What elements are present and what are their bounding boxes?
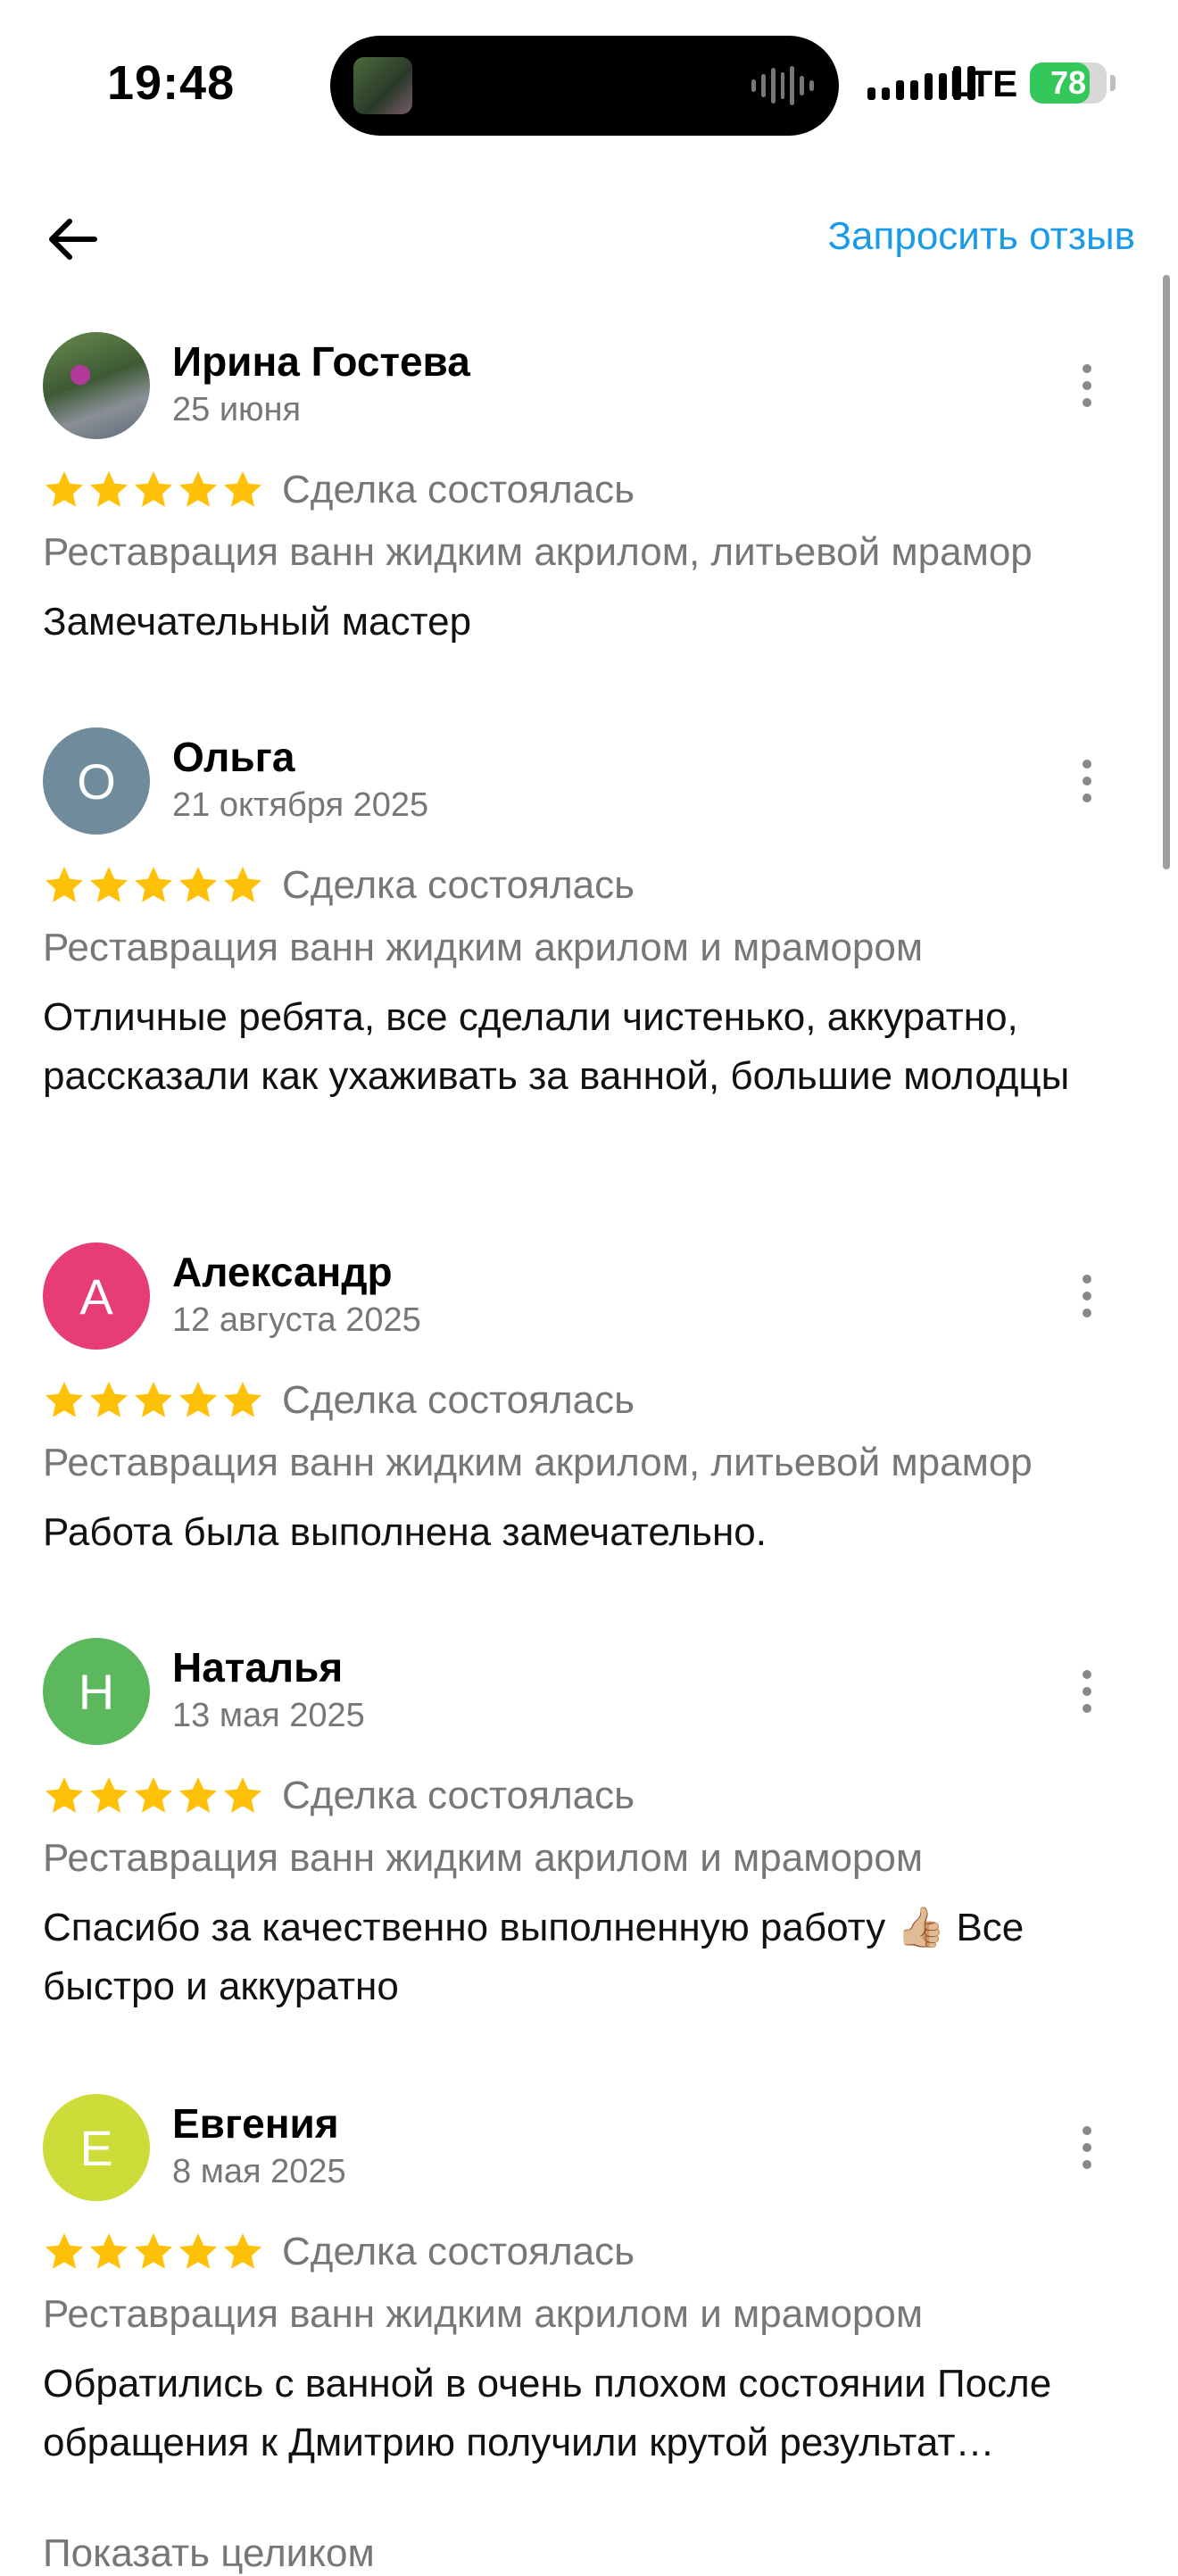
- avatar-letter: Н: [78, 1663, 115, 1720]
- review-author[interactable]: Ольга: [172, 733, 294, 781]
- scrollbar[interactable]: [1163, 275, 1170, 869]
- star-rating: [43, 1379, 264, 1422]
- star-icon: [179, 1777, 217, 1813]
- deal-status: Сделка состоялась: [282, 2230, 635, 2273]
- avatar[interactable]: Н: [43, 1638, 150, 1745]
- avatar[interactable]: [43, 332, 150, 439]
- star-icon: [90, 1382, 128, 1417]
- service-name: Реставрация ванн жидким акрилом, литьево…: [43, 530, 1033, 574]
- star-icon: [135, 867, 172, 902]
- more-options-button[interactable]: [1069, 1658, 1105, 1725]
- star-icon: [90, 867, 128, 902]
- star-icon: [135, 1382, 172, 1417]
- rating-row: Сделка состоялась: [43, 861, 635, 910]
- star-icon: [224, 471, 261, 507]
- star-icon: [46, 471, 83, 507]
- battery-cap: [1110, 75, 1116, 91]
- rating-row: Сделка состоялась: [43, 466, 635, 514]
- star-icon: [224, 1777, 261, 1813]
- more-options-button[interactable]: [1069, 2114, 1105, 2181]
- status-bar: 19:48 LTE 78: [0, 0, 1178, 161]
- deal-status: Сделка состоялась: [282, 1378, 635, 1422]
- review-text: Работа была выполнена замечательно.: [43, 1510, 767, 1554]
- audio-waveform-icon: [751, 64, 815, 107]
- star-icon: [224, 867, 261, 902]
- deal-status: Сделка состоялась: [282, 1774, 635, 1817]
- review-date: 8 мая 2025: [172, 2153, 346, 2190]
- media-thumbnail: [353, 57, 412, 114]
- avatar-letter: А: [79, 1267, 113, 1325]
- star-rating: [43, 1774, 264, 1817]
- arrow-left-icon: [49, 219, 97, 260]
- status-time: 19:48: [107, 56, 236, 110]
- show-more-link[interactable]: Показать целиком: [43, 2531, 375, 2576]
- battery-icon: 78: [1030, 62, 1107, 104]
- star-rating: [43, 2231, 264, 2273]
- more-options-button[interactable]: [1069, 352, 1105, 420]
- rating-row: Сделка состоялась: [43, 1772, 635, 1820]
- deal-status: Сделка состоялась: [282, 468, 635, 511]
- star-icon: [135, 2233, 172, 2269]
- service-name: Реставрация ванн жидким акрилом и мрамор…: [43, 2292, 924, 2336]
- rating-row: Сделка состоялась: [43, 2228, 635, 2276]
- service-name: Реставрация ванн жидким акрилом и мрамор…: [43, 1836, 924, 1880]
- deal-status: Сделка состоялась: [282, 863, 635, 907]
- review-author[interactable]: Ирина Гостева: [172, 337, 470, 386]
- star-icon: [90, 2233, 128, 2269]
- review-text: Отличные ребята, все сделали чистенько, …: [43, 995, 1070, 1098]
- review-text: Замечательный мастер: [43, 600, 472, 644]
- star-icon: [46, 1777, 83, 1813]
- review-date: 12 августа 2025: [172, 1301, 421, 1339]
- review-author[interactable]: Александр: [172, 1248, 393, 1296]
- review-author[interactable]: Наталья: [172, 1643, 343, 1691]
- network-type: LTE: [950, 62, 1018, 104]
- rating-row: Сделка состоялась: [43, 1376, 635, 1425]
- star-icon: [135, 471, 172, 507]
- review-date: 25 июня: [172, 391, 302, 428]
- review-date: 13 мая 2025: [172, 1697, 365, 1734]
- avatar-letter: О: [77, 752, 116, 810]
- request-review-link[interactable]: Запросить отзыв: [827, 214, 1135, 259]
- review-date: 21 октября 2025: [172, 786, 429, 824]
- more-options-button[interactable]: [1069, 747, 1105, 815]
- star-rating: [43, 864, 264, 907]
- star-icon: [46, 867, 83, 902]
- star-icon: [135, 1777, 172, 1813]
- star-icon: [179, 471, 217, 507]
- service-name: Реставрация ванн жидким акрилом, литьево…: [43, 1441, 1033, 1484]
- service-name: Реставрация ванн жидким акрилом и мрамор…: [43, 926, 924, 969]
- avatar[interactable]: Е: [43, 2094, 150, 2201]
- star-icon: [46, 2233, 83, 2269]
- more-options-button[interactable]: [1069, 1262, 1105, 1330]
- review-text: Спасибо за качественно выполненную работ…: [43, 1906, 1025, 2008]
- star-icon: [90, 471, 128, 507]
- avatar[interactable]: О: [43, 727, 150, 835]
- star-icon: [90, 1777, 128, 1813]
- back-button[interactable]: [43, 209, 104, 270]
- star-icon: [224, 1382, 261, 1417]
- battery-percent: 78: [1049, 64, 1087, 101]
- review-author[interactable]: Евгения: [172, 2099, 339, 2148]
- star-icon: [179, 867, 217, 902]
- star-icon: [179, 2233, 217, 2269]
- star-rating: [43, 469, 264, 511]
- star-icon: [224, 2233, 261, 2269]
- star-icon: [46, 1382, 83, 1417]
- star-icon: [179, 1382, 217, 1417]
- review-text: Обратились с ванной в очень плохом состо…: [43, 2362, 1052, 2464]
- avatar-letter: Е: [79, 2119, 113, 2176]
- avatar[interactable]: А: [43, 1242, 150, 1350]
- dynamic-island[interactable]: [330, 36, 839, 136]
